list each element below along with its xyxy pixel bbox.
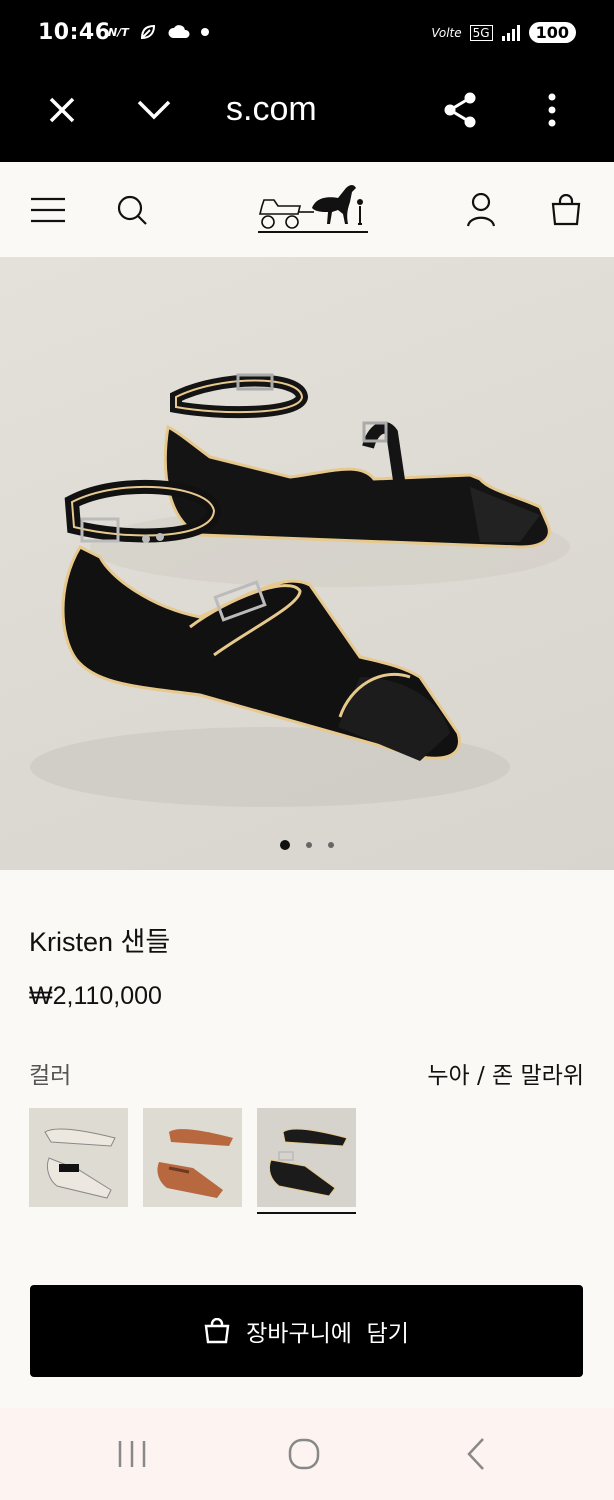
- product-price: ₩2,110,000: [29, 982, 162, 1010]
- network-type: 5G: [469, 24, 493, 41]
- shopping-bag-icon: [204, 1318, 230, 1344]
- swatch-black-image: [257, 1108, 356, 1207]
- swatch-black[interactable]: [257, 1108, 356, 1214]
- notification-icons: N/T: [108, 23, 209, 41]
- menu-button[interactable]: [25, 187, 71, 233]
- back-icon: [467, 1438, 484, 1470]
- home-button[interactable]: [284, 1434, 324, 1474]
- menu-icon: [31, 197, 65, 223]
- more-options-button[interactable]: [530, 88, 574, 132]
- status-time: 10:46: [38, 20, 111, 45]
- signal-icon: [501, 24, 520, 41]
- search-button[interactable]: [109, 187, 155, 233]
- color-label: 컬러: [29, 1063, 72, 1089]
- home-icon: [288, 1438, 320, 1470]
- status-bar: 10:46 N/T Volte 5G 100: [0, 0, 614, 66]
- url-text[interactable]: s.com: [226, 90, 317, 129]
- collapse-button[interactable]: [132, 88, 176, 132]
- recent-apps-button[interactable]: [112, 1434, 152, 1474]
- product-image-gallery[interactable]: [0, 257, 614, 870]
- browser-toolbar: s.com: [0, 66, 614, 162]
- search-icon: [117, 195, 147, 225]
- account-button[interactable]: [458, 187, 504, 233]
- swatch-cream[interactable]: [29, 1108, 128, 1207]
- cart-button[interactable]: [543, 187, 589, 233]
- shopping-bag-icon: [551, 194, 581, 226]
- recent-apps-icon: [118, 1441, 146, 1467]
- more-vertical-icon: [548, 93, 556, 127]
- back-sandal: [163, 373, 551, 549]
- gallery-pagination: [0, 840, 614, 850]
- volte-label: Volte: [431, 25, 462, 40]
- add-to-cart-label: 장바구니에 담기: [246, 1321, 409, 1347]
- color-swatches: [29, 1108, 356, 1214]
- system-navigation-bar: [0, 1408, 614, 1500]
- swatch-cream-image: [29, 1108, 128, 1207]
- cloud-icon: [168, 25, 190, 38]
- status-right: Volte 5G 100: [431, 22, 576, 43]
- add-to-cart-button[interactable]: 장바구니에 담기: [30, 1285, 583, 1377]
- swatch-tan-image: [143, 1108, 242, 1207]
- share-button[interactable]: [438, 88, 482, 132]
- close-button[interactable]: [40, 88, 84, 132]
- swatch-tan[interactable]: [143, 1108, 242, 1207]
- carriage-logo: [258, 185, 368, 233]
- share-icon: [444, 92, 476, 128]
- gallery-dot-3[interactable]: [328, 842, 334, 848]
- site-header: [0, 162, 614, 257]
- close-icon: [49, 97, 75, 123]
- product-title: Kristen 샌들: [29, 927, 171, 957]
- selected-color-name: 누아 / 존 말라위: [427, 1063, 584, 1089]
- dot-icon: [200, 28, 209, 36]
- gallery-dot-1[interactable]: [280, 840, 290, 850]
- brand-logo[interactable]: [254, 176, 374, 242]
- account-icon: [466, 193, 496, 227]
- back-button[interactable]: [456, 1434, 496, 1474]
- product-image: [30, 373, 570, 807]
- battery-indicator: 100: [528, 22, 576, 43]
- chevron-down-icon: [137, 100, 171, 120]
- gallery-dot-2[interactable]: [306, 842, 312, 848]
- app-notification-icon: N/T: [108, 25, 129, 39]
- leaf-icon: [140, 24, 155, 40]
